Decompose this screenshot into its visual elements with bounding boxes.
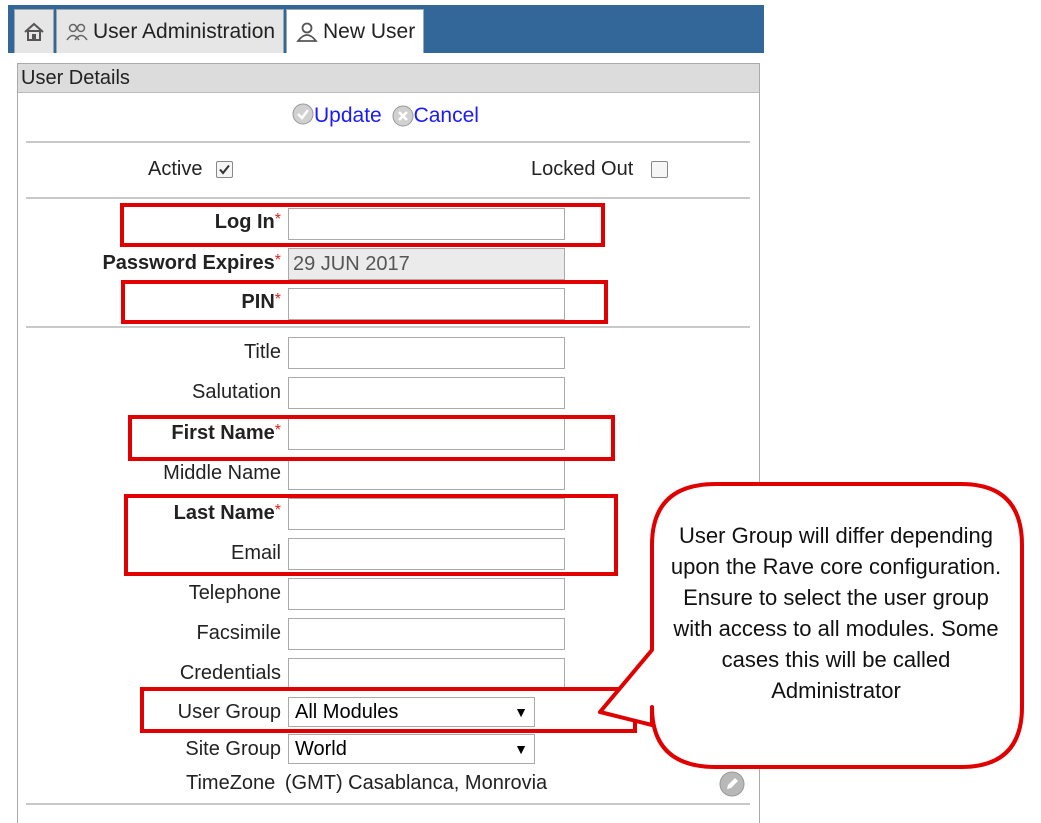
salutation-label: Salutation [192,381,281,403]
last-name-email-highlight [124,494,618,576]
salutation-input[interactable] [288,377,565,409]
active-label: Active [148,158,203,180]
credentials-label: Credentials [179,662,281,684]
tab-user-administration[interactable]: User Administration [56,9,284,53]
users-icon [66,23,88,40]
callout-text: User Group will differ depending upon th… [670,523,1002,703]
site-group-select[interactable]: World ▼ [288,734,535,764]
login-highlight [120,203,605,247]
divider [26,803,750,805]
password-expires-label: Password Expires* [102,252,281,274]
panel-title: User Details [18,64,759,93]
timezone-row: TimeZone (GMT) Casablanca, Monrovia [186,772,547,795]
dropdown-arrow-icon: ▼ [514,741,528,757]
timezone-label: TimeZone [186,772,276,794]
divider [26,141,750,143]
facsimile-label: Facsimile [196,622,281,644]
user-group-label: User Group [177,701,281,723]
tab-label: New User [323,19,416,43]
update-link[interactable]: Update [314,104,382,127]
tab-home[interactable] [14,9,54,53]
form-actions: Update Cancel [292,103,479,128]
facsimile-input[interactable] [288,618,565,650]
first-name-highlight [128,415,615,461]
divider [26,197,750,199]
dropdown-arrow-icon: ▼ [514,704,528,720]
tab-bar: User Administration New User [8,5,764,53]
locked-out-checkbox[interactable] [650,161,668,179]
site-group-value: World [295,737,347,760]
edit-pencil-icon[interactable] [719,771,745,797]
check-icon [292,103,314,125]
timezone-value: (GMT) Casablanca, Monrovia [284,772,548,794]
title-input[interactable] [288,337,565,369]
tab-label: User Administration [93,19,276,43]
site-group-label: Site Group [185,738,281,760]
cancel-link[interactable]: Cancel [414,104,479,127]
middle-name-label: Middle Name [163,462,281,484]
user-group-select[interactable]: All Modules ▼ [288,697,535,727]
pin-highlight [121,280,608,324]
password-expires-field [288,248,565,280]
active-checkbox[interactable] [216,161,234,179]
checkmark-icon [219,165,230,175]
user-group-value: All Modules [295,700,399,723]
middle-name-input[interactable] [288,458,565,490]
cancel-icon [392,105,414,127]
locked-out-row: Locked Out [531,158,668,181]
active-row: Active [148,158,234,181]
title-label: Title [243,341,281,363]
user-icon [296,22,318,42]
locked-out-label: Locked Out [531,158,634,180]
divider [26,326,750,328]
credentials-input[interactable] [288,658,565,690]
home-icon [24,22,44,41]
tab-new-user[interactable]: New User [286,9,424,53]
telephone-label: Telephone [188,582,281,604]
telephone-input[interactable] [288,578,565,610]
